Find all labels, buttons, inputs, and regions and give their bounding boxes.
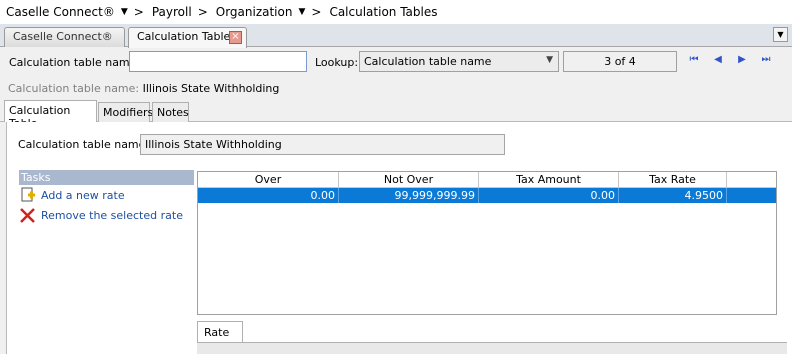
tab-label: Calculation Tables — [137, 30, 237, 43]
record-header-label: Calculation table name: — [8, 82, 140, 95]
tab-calculation-table[interactable]: Calculation Table — [4, 100, 97, 130]
tab-modifiers[interactable]: Modifiers — [98, 102, 153, 122]
tab-list-dropdown-icon[interactable]: ▼ — [773, 27, 788, 42]
breadcrumb-item-calculation-tables[interactable]: Calculation Tables — [329, 5, 437, 19]
sub-tab-strip: Calculation Table Modifiers Notes — [0, 100, 792, 130]
column-header-not-over[interactable]: Not Over — [339, 172, 479, 187]
next-record-icon[interactable]: ▶ — [735, 53, 749, 67]
breadcrumb-separator-icon: > — [197, 5, 208, 19]
column-header-tax-rate[interactable]: Tax Rate — [619, 172, 727, 187]
rates-grid: Over Not Over Tax Amount Tax Rate 0.00 9… — [197, 171, 777, 315]
tab-calculation-tables[interactable]: Calculation Tables × — [128, 27, 247, 48]
first-record-icon[interactable]: ⏮ — [687, 53, 701, 67]
tab-label: Caselle Connect® — [13, 30, 113, 43]
close-icon[interactable]: × — [229, 31, 242, 44]
lookup-select[interactable]: Calculation table name ▼ — [359, 51, 559, 72]
table-row[interactable]: 0.00 99,999,999.99 0.00 4.9500 — [198, 188, 776, 203]
column-header-over[interactable]: Over — [198, 172, 339, 187]
table-name-field[interactable]: Illinois State Withholding — [140, 134, 505, 155]
record-header: Calculation table name: Illinois State W… — [8, 82, 279, 95]
cell-over[interactable]: 0.00 — [198, 188, 339, 203]
name-field-label: Calculation table name: — [9, 56, 141, 69]
remove-rate-label: Remove the selected rate — [41, 209, 183, 222]
grid-header-row: Over Not Over Tax Amount Tax Rate — [198, 172, 776, 188]
record-counter: 3 of 4 — [563, 51, 677, 72]
chevron-down-icon[interactable]: ▼ — [298, 7, 305, 17]
add-rate-label: Add a new rate — [41, 189, 125, 202]
breadcrumb: Caselle Connect® ▼ > Payroll > Organizat… — [0, 0, 792, 24]
remove-rate-icon — [19, 207, 37, 224]
lookup-select-value: Calculation table name — [364, 55, 492, 68]
add-rate-icon — [19, 187, 37, 204]
calculation-table-panel: Calculation table name: Illinois State W… — [6, 122, 792, 354]
lookup-label: Lookup: — [315, 56, 359, 69]
breadcrumb-separator-icon: > — [133, 5, 144, 19]
table-name-label: Calculation table name: — [18, 138, 150, 151]
breadcrumb-separator-icon: > — [311, 5, 322, 19]
breadcrumb-item-payroll[interactable]: Payroll — [152, 5, 192, 19]
tasks-header: Tasks — [19, 170, 194, 185]
cell-tax-amount[interactable]: 0.00 — [479, 188, 619, 203]
cell-tax-rate[interactable]: 4.9500 — [619, 188, 727, 203]
previous-record-icon[interactable]: ◀ — [711, 53, 725, 67]
name-search-input[interactable] — [129, 51, 307, 72]
record-header-value: Illinois State Withholding — [142, 82, 280, 95]
remove-rate-link[interactable]: Remove the selected rate — [19, 206, 194, 225]
chevron-down-icon[interactable]: ▼ — [121, 7, 128, 17]
breadcrumb-item-caselle[interactable]: Caselle Connect® — [6, 5, 115, 19]
add-rate-link[interactable]: Add a new rate — [19, 186, 194, 205]
tab-caselle-connect[interactable]: Caselle Connect® — [4, 27, 125, 47]
tab-rate[interactable]: Rate — [197, 321, 243, 342]
tasks-panel: Tasks Add a new rate Remove the selected… — [19, 170, 194, 225]
cell-not-over[interactable]: 99,999,999.99 — [339, 188, 479, 203]
document-tab-strip: Caselle Connect® Calculation Tables × ▼ — [0, 24, 792, 48]
lookup-toolbar: Calculation table name: Lookup: Calculat… — [0, 48, 792, 76]
tab-notes[interactable]: Notes — [152, 102, 189, 122]
column-header-tax-amount[interactable]: Tax Amount — [479, 172, 619, 187]
rate-detail-area — [197, 342, 787, 354]
breadcrumb-item-organization[interactable]: Organization — [216, 5, 293, 19]
last-record-icon[interactable]: ⏭ — [759, 53, 773, 67]
chevron-down-icon: ▼ — [546, 55, 553, 65]
